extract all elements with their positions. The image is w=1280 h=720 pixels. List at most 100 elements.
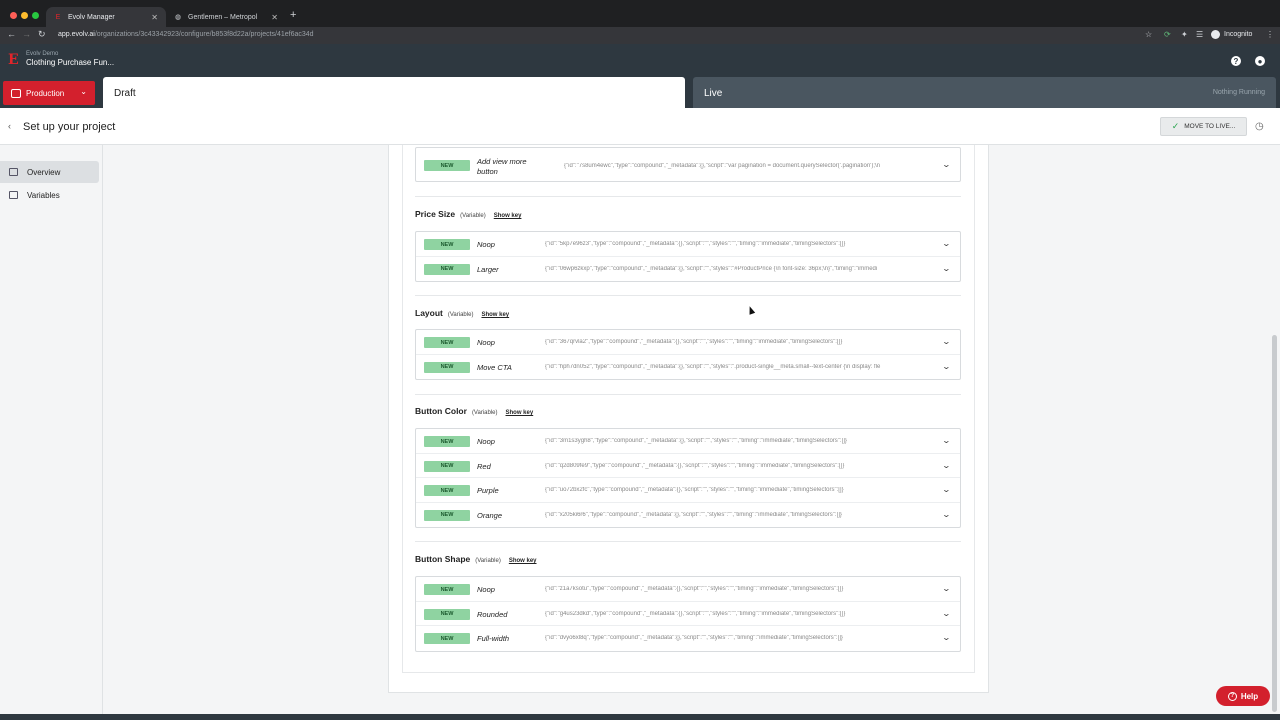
close-tab-icon[interactable]: ✕ [271,13,278,22]
browser-tab-evolv[interactable]: E Evolv Manager ✕ [46,7,166,27]
url-path: /organizations/3c43342923/configure/b853… [94,31,314,38]
page-scrollbar[interactable] [1272,335,1277,712]
variable-title: Button Shape (Variable) Show key [415,554,537,564]
variant-json: {"id":"x205ki6r6","type":"compound","_me… [545,511,842,518]
variable-name: Price Size [415,209,456,219]
project-switcher[interactable]: Evolv Demo Clothing Purchase Fun... [26,49,134,73]
url-host: app.evolv.ai [58,31,95,38]
variant-row[interactable]: NEW Orange {"id":"x205ki6r6","type":"com… [416,503,960,528]
close-window-icon[interactable] [10,12,17,19]
sidebar-item-overview[interactable]: Overview [0,161,99,183]
chevron-down-icon[interactable]: ⌄ [942,609,951,618]
browser-menu-icon[interactable]: ⋮ [1266,30,1274,39]
help-icon: ? [1227,691,1237,701]
variant-row[interactable]: NEW Full-width {"id":"dvyo6xl8q","type":… [416,626,960,651]
new-badge: NEW [424,436,470,447]
forward-arrow-icon[interactable]: → [22,29,31,39]
evolv-logo[interactable]: E [8,52,24,68]
environment-label: Production [26,88,65,98]
variant-name: Add view more button [477,157,527,176]
variant-row[interactable]: NEW Noop {"id":"z1a7ksotu","type":"compo… [416,577,960,602]
evolv-logo-icon: E [55,13,61,21]
variant-row[interactable]: NEW Larger {"id":"06wp6zkxp","type":"com… [416,257,960,282]
back-arrow-icon[interactable]: ← [7,29,16,39]
chevron-down-icon[interactable]: ⌄ [942,160,951,169]
variant-row[interactable]: NEW Rounded {"id":"g4us23dkd","type":"co… [416,602,960,626]
incognito-badge[interactable]: Incognito [1211,30,1252,39]
divider [415,394,961,395]
browser-tab-gentlemen[interactable]: ◍ Gentlemen – Metropol ✕ [166,7,286,27]
variant-json: {"id":"367qrvla2","type":"compound","_me… [545,339,843,345]
maximize-window-icon[interactable] [32,12,39,19]
camera-icon [9,191,18,199]
show-key-link[interactable]: Show key [509,558,537,564]
show-key-link[interactable]: Show key [506,410,534,416]
sidebar-item-variables[interactable]: Variables [0,184,99,206]
history-icon[interactable]: ◷ [1255,121,1264,132]
variable-name: Layout [415,308,443,318]
extensions-puzzle-icon[interactable]: ✦ [1181,30,1188,39]
variant-list: NEW Noop {"id":"5kp7e96z3","type":"compo… [415,231,961,282]
chevron-down-icon[interactable]: ⌄ [942,436,951,445]
variant-name: Red [477,461,491,471]
show-key-link[interactable]: Show key [494,213,522,219]
tab-live[interactable]: Live Nothing Running [693,77,1276,108]
variable-title: Layout (Variable) Show key [415,308,509,318]
reading-list-icon[interactable]: ☰ [1196,30,1203,39]
tab-draft-label: Draft [114,88,136,99]
new-tab-icon[interactable]: + [290,9,296,21]
user-account-icon[interactable]: ● [1255,56,1265,66]
chevron-down-icon[interactable]: ⌄ [942,633,951,642]
chevron-down-icon[interactable]: ⌄ [942,461,951,470]
variant-json: {"id":"uo72bx2fc","type":"compound","_me… [545,487,844,493]
variant-json: {"id":"q2d809fe9","type":"compound","_me… [545,462,845,469]
variant-name: Noop [477,585,495,594]
tab-title: Evolv Manager [68,13,115,21]
help-label: Help [1240,691,1259,701]
grid-icon [9,168,18,176]
address-bar[interactable]: app.evolv.ai/organizations/3c43342923/co… [58,31,314,38]
variant-name: Noop [477,437,495,446]
variable-tag: (Variable) [460,213,486,219]
bookmark-star-icon[interactable]: ☆ [1145,30,1152,39]
chevron-down-icon[interactable]: ⌄ [942,239,951,248]
chevron-down-icon[interactable]: ⌄ [942,337,951,346]
move-to-live-button[interactable]: ✓ MOVE TO LIVE... [1160,117,1247,136]
variant-name: Orange [477,510,503,520]
help-button[interactable]: ? Help [1216,686,1270,706]
variable-tag: (Variable) [471,410,498,416]
close-tab-icon[interactable]: ✕ [151,13,158,22]
chevron-down-icon[interactable]: ⌄ [942,510,951,519]
new-badge: NEW [424,633,470,644]
environment-dropdown[interactable]: Production ⌄ [3,81,95,105]
variant-row[interactable]: NEW Add view more button {"id":"7s8um4ew… [416,148,960,183]
new-badge: NEW [424,337,470,348]
variant-row[interactable]: NEW Move CTA {"id":"hph7dn052","type":"c… [416,355,960,380]
variant-row[interactable]: NEW Noop {"id":"5kp7e96z3","type":"compo… [416,232,960,257]
tab-live-label: Live [704,88,723,99]
tab-draft[interactable]: Draft [103,77,685,108]
variant-json: {"id":"g4us23dkd","type":"compound","_me… [545,610,846,617]
variable-title: Button Color (Variable) Show key [415,406,533,416]
minimize-window-icon[interactable] [21,12,28,19]
variant-row[interactable]: NEW Noop {"id":"367qrvla2","type":"compo… [416,330,960,355]
variant-row[interactable]: NEW Purple {"id":"uo72bx2fc","type":"com… [416,478,960,503]
variant-json: {"id":"dvyo6xl8q","type":"compound","_me… [545,635,843,641]
chevron-down-icon[interactable]: ⌄ [942,584,951,593]
chevron-down-icon[interactable]: ⌄ [942,362,951,371]
variant-row[interactable]: NEW Noop {"id":"3m1s3ygh8","type":"compo… [416,429,960,454]
chevron-down-icon[interactable]: ⌄ [942,485,951,494]
variable-tag: (Variable) [475,558,501,564]
show-key-link[interactable]: Show key [481,312,509,318]
checkmark-icon: ✓ [1171,121,1180,131]
chevron-down-icon[interactable]: ⌄ [942,264,951,273]
reload-icon[interactable]: ↻ [38,29,46,40]
variant-row[interactable]: NEW Red {"id":"q2d809fe9","type":"compou… [416,454,960,478]
page-subheader: ‹ Set up your project ✓ MOVE TO LIVE... [0,108,1280,145]
variant-list: NEW Noop {"id":"z1a7ksotu","type":"compo… [415,576,961,652]
extension-sync-icon[interactable]: ⟳ [1164,30,1171,39]
variant-json: {"id":"z1a7ksotu","type":"compound","_me… [545,586,844,592]
help-circle-icon[interactable]: ? [1231,56,1241,66]
new-badge: NEW [424,460,470,472]
chevron-left-icon[interactable]: ‹ [8,121,11,131]
